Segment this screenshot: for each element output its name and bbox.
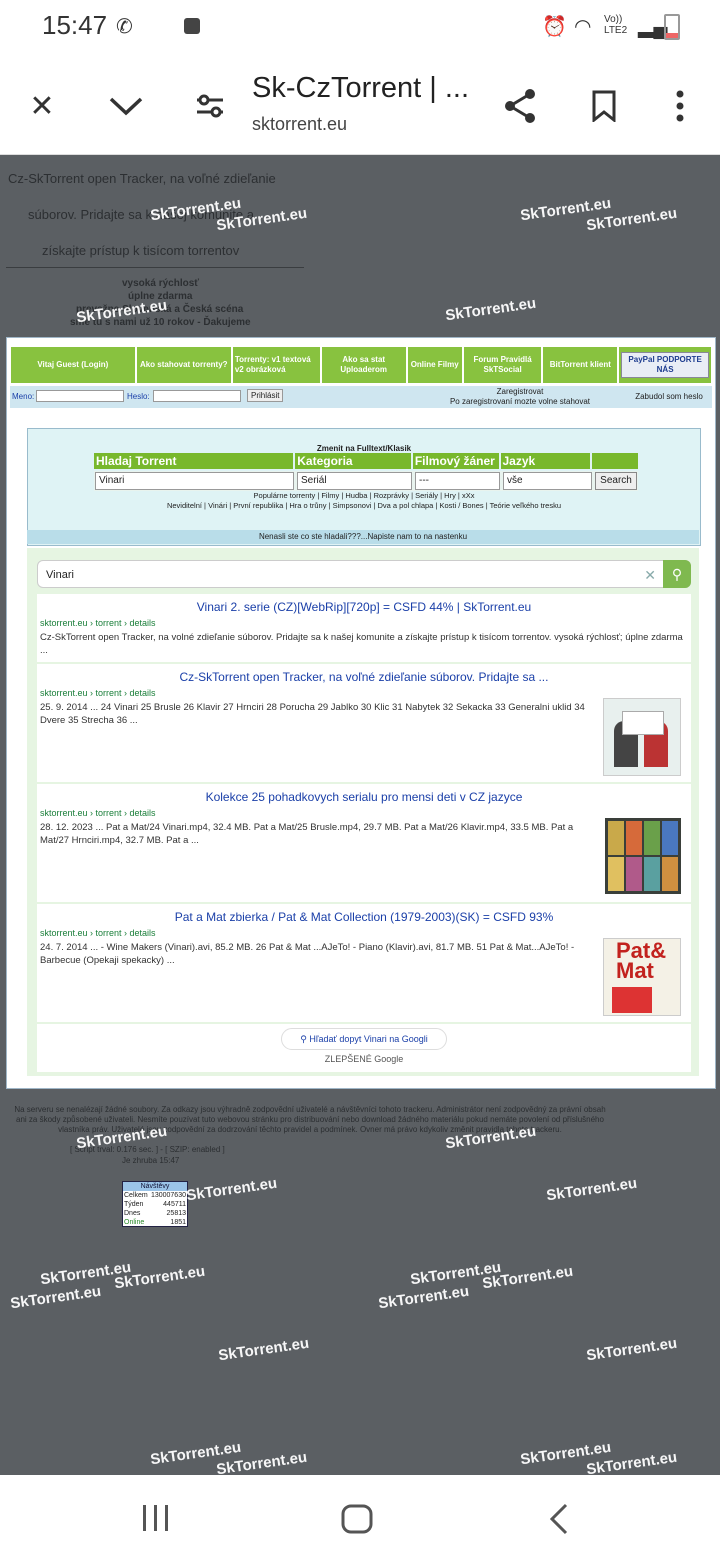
result-title[interactable]: Pat a Mat zbierka / Pat & Mat Collection… xyxy=(37,910,691,924)
nav-how-to-download[interactable]: Ako stahovat torrenty? xyxy=(135,346,232,384)
nav-torrents[interactable]: Torrenty: v1 textová v2 obrázková xyxy=(231,346,321,384)
result-title[interactable]: Kolekce 25 pohadkovych serialu pro mensi… xyxy=(37,790,691,804)
result-title[interactable]: Cz-SkTorrent open Tracker, na voľné zdie… xyxy=(37,670,691,684)
watermark: SkTorrent.eu xyxy=(545,1174,639,1205)
nav-online-films[interactable]: Online Filmy xyxy=(406,346,463,384)
google-branding: ZLEPŠENÉ Google xyxy=(324,1054,404,1064)
google-search-results: Vinari ✕ ⚲ Vinari 2. serie (CZ)[WebRip][… xyxy=(27,548,699,1076)
nav-bittorrent[interactable]: BitTorrent klient xyxy=(542,346,619,384)
bookmark-icon[interactable] xyxy=(582,84,626,128)
result-item[interactable]: Pat a Mat zbierka / Pat & Mat Collection… xyxy=(37,904,691,1022)
page-url[interactable]: sktorrent.eu xyxy=(252,114,347,135)
watermark: SkTorrent.eu xyxy=(585,1334,679,1365)
result-title[interactable]: Vinari 2. serie (CZ)[WebRip][720p] = CSF… xyxy=(37,600,691,614)
google-search-input[interactable]: Vinari ✕ ⚲ xyxy=(37,560,691,588)
register-link[interactable]: Zaregistrovat xyxy=(414,387,626,397)
nav-uploader[interactable]: Ako sa stat Uploaderom xyxy=(320,346,407,384)
google-more-link[interactable]: ⚲ Hľadať dopyt Vinari na Googli xyxy=(281,1028,447,1050)
recent-apps-icon[interactable] xyxy=(140,1503,172,1538)
result-thumbnail[interactable] xyxy=(605,818,681,894)
username-input[interactable] xyxy=(36,390,124,402)
close-icon[interactable]: ✕ xyxy=(20,84,64,128)
result-item[interactable]: Vinari 2. serie (CZ)[WebRip][720p] = CSF… xyxy=(37,594,691,662)
watermark: SkTorrent.eu xyxy=(9,1282,103,1313)
back-icon[interactable] xyxy=(548,1503,570,1540)
home-icon[interactable] xyxy=(340,1503,374,1540)
system-nav-bar xyxy=(0,1475,720,1560)
search-form: Hladaj Torrent Kategoria Filmový žáner J… xyxy=(94,453,638,491)
current-time: Je zhruba 15:47 xyxy=(122,1156,180,1165)
search-button[interactable]: Search xyxy=(595,472,637,490)
status-time: 15:47 xyxy=(42,10,108,40)
chevron-down-icon[interactable] xyxy=(104,84,148,128)
nav-welcome[interactable]: Vitaj Guest (Login) xyxy=(10,346,136,384)
password-input[interactable] xyxy=(153,390,241,402)
site-settings-icon[interactable] xyxy=(188,84,232,128)
search-icon[interactable]: ⚲ xyxy=(663,560,691,588)
battery-icon xyxy=(664,14,680,40)
not-found-banner[interactable]: Nenasli ste co ste hladali???...Napiste … xyxy=(27,530,699,544)
google-more-block: ⚲ Hľadať dopyt Vinari na Googli ZLEPŠENÉ… xyxy=(37,1024,691,1072)
watermark: SkTorrent.eu xyxy=(377,1282,471,1313)
login-row: Meno: Heslo: Prihlásit Zaregistrovat Po … xyxy=(10,386,712,408)
main-frame: Vitaj Guest (Login) Ako stahovat torrent… xyxy=(6,337,716,1089)
top-nav: Vitaj Guest (Login) Ako stahovat torrent… xyxy=(10,346,712,384)
language-select[interactable]: vše xyxy=(503,472,592,490)
alarm-icon: ⏰ xyxy=(542,16,567,38)
visit-counter: Návštěvy Celkem 130007630 Týden 445711 Dne… xyxy=(122,1181,188,1227)
search-mode-switch[interactable]: Zmenit na Fulltext/Klasik xyxy=(28,444,700,453)
result-item[interactable]: Cz-SkTorrent open Tracker, na voľné zdie… xyxy=(37,664,691,782)
result-thumbnail[interactable] xyxy=(603,698,681,776)
paypal-button[interactable]: PayPal PODPORTE NÁS xyxy=(621,352,709,378)
genre-select[interactable]: --- xyxy=(415,472,500,490)
category-select[interactable]: Seriál xyxy=(297,472,412,490)
intro-line1: Cz-SkTorrent open Tracker, na voľné zdie… xyxy=(8,171,276,186)
watermark: SkTorrent.eu xyxy=(217,1334,311,1365)
web-content: Cz-SkTorrent open Tracker, na voľné zdie… xyxy=(0,155,720,1475)
nav-paypal[interactable]: PayPal PODPORTE NÁS xyxy=(618,346,712,384)
share-icon[interactable] xyxy=(498,84,542,128)
result-thumbnail[interactable]: Pat& Mat xyxy=(603,938,681,1016)
torrent-search-input[interactable]: Vinari xyxy=(95,472,294,490)
search-panel: Zmenit na Fulltext/Klasik Hladaj Torrent… xyxy=(27,428,701,546)
search-icon: ⚲ xyxy=(300,1034,307,1044)
watermark: SkTorrent.eu xyxy=(444,294,538,325)
login-button[interactable]: Prihlásit xyxy=(247,389,284,402)
forgot-password-link[interactable]: Zabudol som heslo xyxy=(626,392,712,401)
intro-line3: získajte prístup k tisícom torrentov xyxy=(42,243,240,258)
page-title[interactable]: Sk-CzTorrent | ... xyxy=(252,72,469,105)
browser-toolbar: ✕ Sk-CzTorrent | ... sktorrent.eu xyxy=(0,54,720,155)
quick-links-2[interactable]: Neviditelní | Vinári | První republika |… xyxy=(28,501,700,510)
watermark: SkTorrent.eu xyxy=(185,1174,279,1205)
quick-links-1[interactable]: Populárne torrenty | Filmy | Hudba | Roz… xyxy=(28,491,700,500)
result-item[interactable]: Kolekce 25 pohadkovych serialu pro mensi… xyxy=(37,784,691,902)
viber-icon: ✆ xyxy=(116,16,133,38)
more-menu-icon[interactable] xyxy=(658,84,702,128)
register-block: Zaregistrovat Po zaregistrovaní mozte vo… xyxy=(414,387,626,407)
clear-icon[interactable]: ✕ xyxy=(644,561,656,589)
wifi-icon: ◠ xyxy=(574,16,592,38)
network-label: Vo)) LTE2 xyxy=(604,14,628,36)
nav-forum[interactable]: Forum Pravidlá SkTSocial xyxy=(462,346,543,384)
status-bar: 15:47 ✆ ⏰ ◠ Vo)) LTE2 ▂▄ xyxy=(0,0,720,54)
app-notification-icon xyxy=(184,18,200,34)
